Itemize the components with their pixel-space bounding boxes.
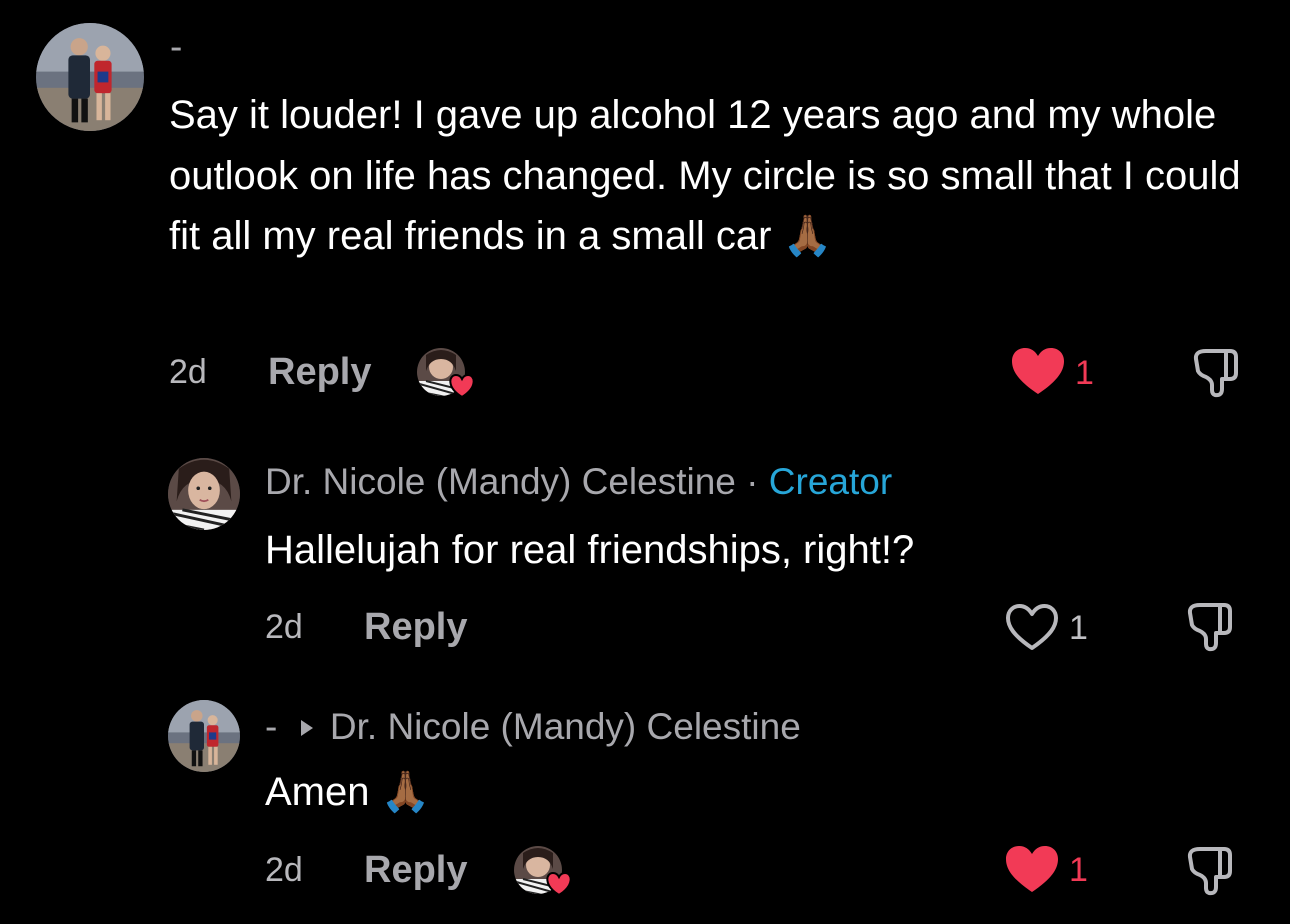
avatar-photo-couple: [36, 23, 144, 131]
username-separator: ·: [746, 461, 759, 502]
dislike-button[interactable]: [1186, 845, 1236, 897]
comment-username[interactable]: Dr. Nicole (Mandy) Celestine: [265, 461, 736, 502]
like-button[interactable]: [1011, 347, 1065, 395]
avatar-creator[interactable]: [168, 458, 240, 530]
avatar-commenter[interactable]: [36, 23, 144, 131]
heart-outline-icon: [1006, 604, 1058, 650]
like-count: 1: [1075, 354, 1094, 392]
reply-button[interactable]: Reply: [268, 351, 371, 394]
comment-text: Say it louder! I gave up alcohol 12 year…: [169, 93, 1241, 258]
comment-username[interactable]: -: [265, 706, 277, 747]
comment-timestamp: 2d: [169, 353, 207, 391]
comment-timestamp: 2d: [265, 851, 303, 889]
creator-liked-heart-icon: [449, 373, 475, 399]
creator-liked-heart-icon: [546, 871, 572, 897]
creator-badge: Creator: [768, 461, 893, 502]
avatar-photo-couple: [168, 700, 240, 772]
reply-to-username[interactable]: Dr. Nicole (Mandy) Celestine: [330, 706, 801, 747]
dislike-button[interactable]: [1192, 347, 1242, 399]
comment-timestamp: 2d: [265, 608, 303, 646]
dislike-icon: [1187, 847, 1232, 896]
caret-right-icon: [300, 704, 314, 746]
heart-filled-icon: [1012, 348, 1064, 394]
like-count: 1: [1069, 851, 1088, 889]
dislike-button[interactable]: [1186, 601, 1236, 653]
creator-liked-indicator: [513, 845, 573, 897]
dislike-icon: [1193, 349, 1238, 398]
reply-button[interactable]: Reply: [364, 849, 467, 892]
avatar-commenter[interactable]: [168, 700, 240, 772]
comment-text: Amen 🙏🏾: [265, 770, 431, 814]
comment-username-line: - Dr. Nicole (Mandy) Celestine: [265, 704, 801, 748]
heart-filled-icon: [1006, 846, 1058, 892]
like-count: 1: [1069, 609, 1088, 647]
like-button[interactable]: [1005, 603, 1059, 651]
comment-username-line: Dr. Nicole (Mandy) Celestine · Creator: [265, 461, 892, 503]
dislike-icon: [1187, 603, 1232, 652]
like-button[interactable]: [1005, 845, 1059, 893]
reply-button[interactable]: Reply: [364, 606, 467, 649]
avatar-photo-creator: [168, 458, 240, 530]
creator-liked-indicator: [416, 347, 476, 399]
comment-text: Hallelujah for real friendships, right!?: [265, 528, 915, 572]
comment-username[interactable]: -: [170, 26, 182, 68]
